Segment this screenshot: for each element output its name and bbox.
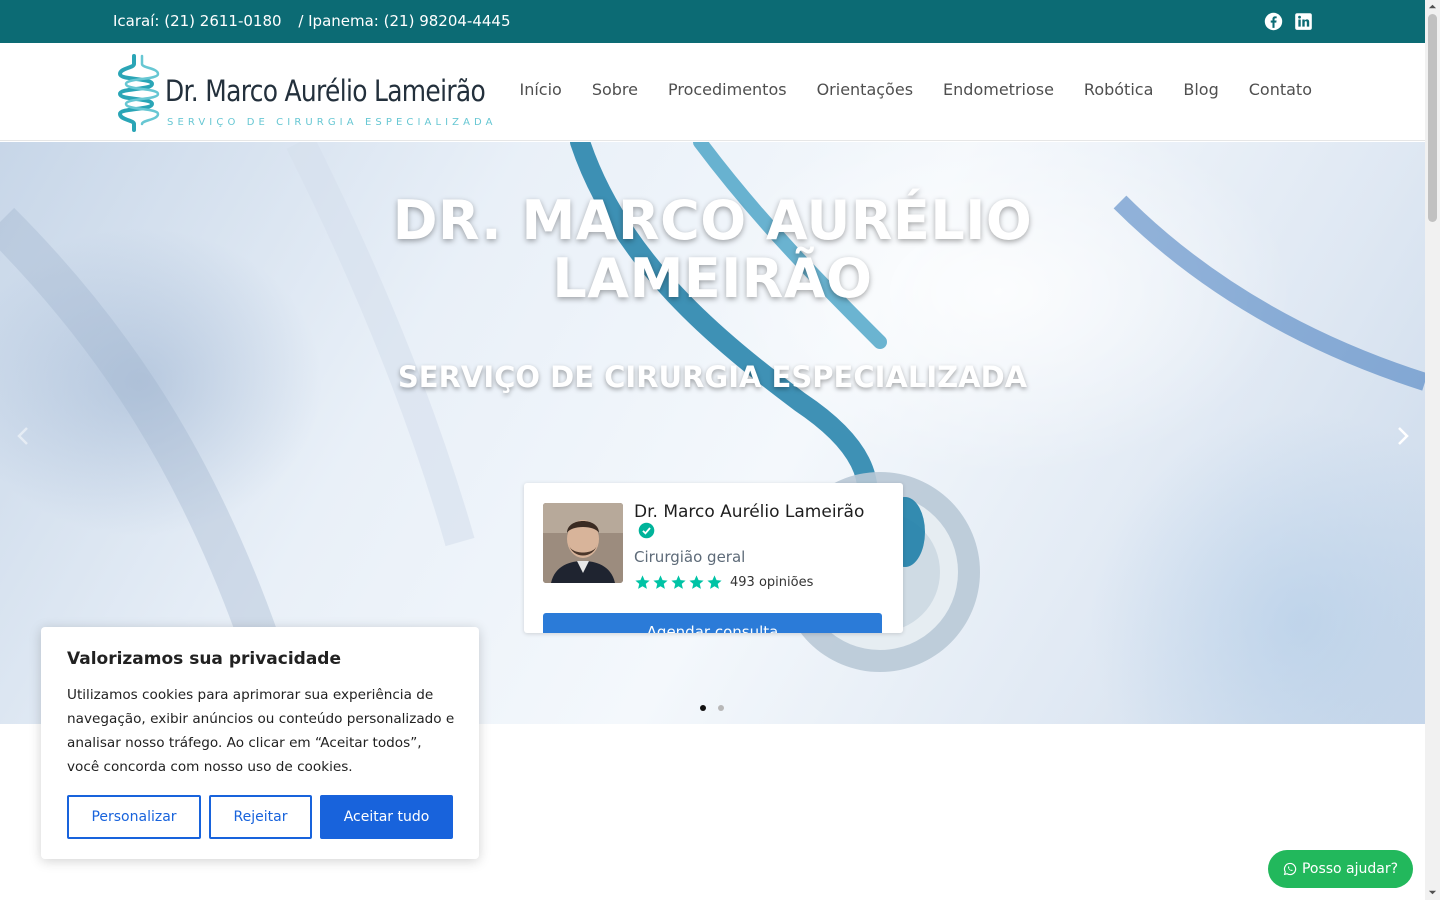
whatsapp-icon [1283,862,1297,876]
star-icon [635,575,650,589]
nav-item-robotica[interactable]: Robótica [1084,80,1153,99]
nav-item-orientacoes[interactable]: Orientações [817,80,913,99]
star-icon [671,575,686,589]
cookie-text: Utilizamos cookies para aprimorar sua ex… [67,687,455,775]
main-nav: Início Sobre Procedimentos Orientações E… [519,80,1312,99]
nav-item-sobre[interactable]: Sobre [592,80,638,99]
linkedin-icon[interactable] [1294,12,1313,31]
logo-name: Dr. Marco Aurélio Lameirão [165,74,486,108]
doctor-name[interactable]: Dr. Marco Aurélio Lameirão [634,502,874,542]
chevron-left-icon[interactable] [12,424,36,448]
top-bar: Icaraí: (21) 2611-0180 / Ipanema: (21) 9… [0,0,1425,43]
book-appointment-button[interactable]: Agendar consulta [543,613,882,633]
whatsapp-chat-button[interactable]: Posso ajudar? [1268,850,1413,888]
intestine-logo-icon [117,54,160,132]
page: Icaraí: (21) 2611-0180 / Ipanema: (21) 9… [0,0,1440,900]
slider-dot-1[interactable] [700,705,706,711]
nav-item-procedimentos[interactable]: Procedimentos [668,80,787,99]
site-logo[interactable]: Dr. Marco Aurélio Lameirão SERVIÇO DE CI… [112,54,493,132]
accept-all-button[interactable]: Aceitar tudo [320,795,453,839]
rating-stars[interactable]: 493 opiniões [634,574,813,591]
slider-dot-2[interactable] [718,705,724,711]
logo-tagline: SERVIÇO DE CIRURGIA ESPECIALIZADA [167,117,497,128]
scroll-up-arrow-icon[interactable] [1428,2,1437,11]
reject-button[interactable]: Rejeitar [209,795,312,839]
doctor-specialty: Cirurgião geral [634,548,746,566]
slider-dots [700,705,724,711]
verified-badge-icon [638,522,655,539]
phone-numbers: Icaraí: (21) 2611-0180 / Ipanema: (21) 9… [113,12,523,30]
cookie-consent-banner: Valorizamos sua privacidade Utilizamos c… [41,627,479,859]
hero-title-line2: LAMEIRÃO [552,247,873,310]
hero-subtitle: SERVIÇO DE CIRURGIA ESPECIALIZADA [397,360,1028,394]
star-icon [707,575,722,589]
nav-item-blog[interactable]: Blog [1183,80,1218,99]
reviews-count[interactable]: 493 opiniões [730,575,813,590]
page-scrollbar[interactable] [1425,0,1440,900]
star-icon [653,575,668,589]
cookie-title: Valorizamos sua privacidade [67,649,342,669]
star-icon [689,575,704,589]
hero-title-line1: DR. MARCO AURÉLIO [392,189,1033,252]
phone-ipanema[interactable]: / Ipanema: (21) 98204-4445 [298,12,510,30]
facebook-icon[interactable] [1264,12,1283,31]
nav-item-inicio[interactable]: Início [519,80,561,99]
phone-icarai[interactable]: Icaraí: (21) 2611-0180 [113,12,282,30]
site-header: Dr. Marco Aurélio Lameirão SERVIÇO DE CI… [0,43,1425,141]
social-links [1264,12,1313,31]
scrollbar-thumb[interactable] [1428,14,1437,222]
chevron-right-icon[interactable] [1390,424,1414,448]
whatsapp-label: Posso ajudar? [1301,861,1399,877]
nav-item-contato[interactable]: Contato [1249,80,1312,99]
doctor-avatar [543,503,623,583]
doctor-name-text: Dr. Marco Aurélio Lameirão [634,502,865,522]
nav-item-endometriose[interactable]: Endometriose [943,80,1054,99]
hero-title: DR. MARCO AURÉLIO LAMEIRÃO [0,192,1425,308]
customize-button[interactable]: Personalizar [67,795,201,839]
doctor-profile-card: Dr. Marco Aurélio Lameirão Cirurgião ger… [524,483,903,633]
scroll-down-arrow-icon[interactable] [1428,888,1437,897]
